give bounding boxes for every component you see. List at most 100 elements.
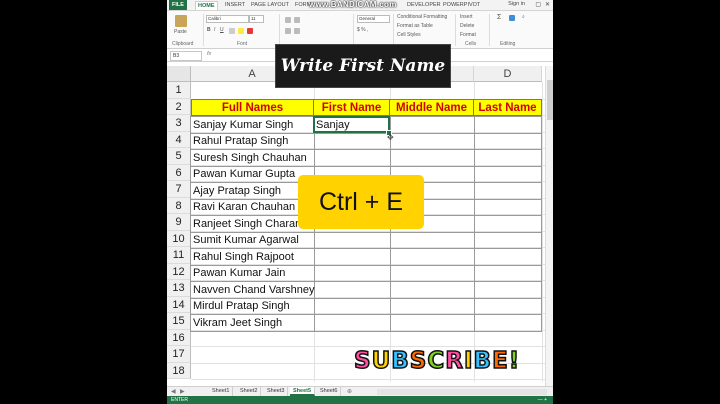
full-name-cell[interactable]: Vikram Jeet Singh: [191, 315, 314, 332]
delete-cells-button[interactable]: Delete: [460, 23, 474, 29]
sign-in-link[interactable]: Sign in: [508, 1, 525, 7]
sheet-tab-6[interactable]: Sheet6: [317, 387, 342, 396]
sheet-next-icon[interactable]: ▶: [180, 388, 185, 395]
format-as-table-button[interactable]: Format as Table: [397, 23, 433, 29]
tab-file[interactable]: FILE: [169, 0, 187, 10]
full-name-cell[interactable]: Suresh Singh Chauhan: [191, 150, 314, 167]
bold-icon[interactable]: B: [207, 27, 211, 33]
full-name-cell[interactable]: Rahul Pratap Singh: [191, 133, 314, 150]
font-name-box[interactable]: Calibri: [206, 15, 249, 23]
row-header-17[interactable]: 17: [167, 346, 191, 363]
recorder-watermark: www.BANDICAM.com: [309, 0, 397, 9]
font-color-icon[interactable]: [247, 28, 253, 34]
sheet-tab-3[interactable]: Sheet3: [264, 387, 289, 396]
tab-insert[interactable]: INSERT: [225, 1, 245, 9]
table-border: [541, 116, 542, 331]
subscribe-letter: U: [371, 347, 392, 375]
row-header-18[interactable]: 18: [167, 362, 191, 379]
sheet-tab-1[interactable]: Sheet1: [209, 387, 234, 396]
row-header-8[interactable]: 8: [167, 197, 191, 214]
gridline: [191, 346, 545, 347]
cell-styles-button[interactable]: Cell Styles: [397, 32, 421, 38]
underline-icon[interactable]: U: [220, 27, 224, 33]
column-header-d[interactable]: D: [474, 66, 542, 82]
header-middle-name[interactable]: Middle Name: [390, 99, 474, 116]
gridline: [542, 82, 543, 382]
row-header-1[interactable]: 1: [167, 82, 191, 99]
format-cells-button[interactable]: Format: [460, 32, 476, 38]
row-header-9[interactable]: 9: [167, 214, 191, 231]
sheet-tab-2[interactable]: Sheet2: [237, 387, 262, 396]
align-center-icon[interactable]: [294, 28, 300, 34]
row-header-15[interactable]: 15: [167, 313, 191, 330]
row-header-11[interactable]: 11: [167, 247, 191, 264]
borders-icon[interactable]: [229, 28, 235, 34]
align-top-icon[interactable]: [285, 17, 291, 23]
select-all-corner[interactable]: [167, 66, 191, 82]
gridline: [191, 379, 545, 380]
full-name-cell[interactable]: Pawan Kumar Jain: [191, 265, 314, 282]
header-full-names[interactable]: Full Names: [191, 99, 314, 116]
full-name-cell[interactable]: Mirdul Pratap Singh: [191, 298, 314, 315]
autosum-icon[interactable]: Σ: [497, 14, 501, 21]
full-name-cell[interactable]: Sanjay Kumar Singh: [191, 117, 314, 134]
restore-icon[interactable]: ▢: [535, 1, 541, 8]
header-first-name[interactable]: First Name: [314, 99, 390, 116]
tab-home[interactable]: HOME: [195, 1, 218, 10]
tab-page-layout[interactable]: PAGE LAYOUT: [251, 1, 289, 9]
close-icon[interactable]: ✕: [545, 1, 550, 8]
fx-icon[interactable]: fx: [207, 51, 211, 57]
row-header-12[interactable]: 12: [167, 263, 191, 280]
paste-icon[interactable]: [175, 15, 187, 27]
currency-icon[interactable]: $ % ,: [357, 27, 368, 33]
align-middle-icon[interactable]: [294, 17, 300, 23]
sheet-prev-icon[interactable]: ◀: [171, 388, 176, 395]
find-select-icon[interactable]: ⌕: [522, 14, 525, 20]
full-name-cell[interactable]: Ravi Karan Chauhan: [191, 199, 314, 216]
row-header-7[interactable]: 7: [167, 181, 191, 198]
row-header-14[interactable]: 14: [167, 296, 191, 313]
full-name-cell[interactable]: Sumit Kumar Agarwal: [191, 232, 314, 249]
name-box[interactable]: B3: [170, 51, 202, 61]
subscribe-letter: !: [508, 347, 521, 375]
header-last-name[interactable]: Last Name: [474, 99, 542, 116]
full-name-cell[interactable]: Navven Chand Varshney: [191, 282, 314, 299]
row-header-13[interactable]: 13: [167, 280, 191, 297]
row-header-6[interactable]: 6: [167, 164, 191, 181]
sheet-tab-5[interactable]: Sheet5: [290, 387, 316, 396]
zoom-level-icon[interactable]: — +: [538, 396, 547, 404]
subscribe-letter: B: [473, 347, 493, 375]
full-name-cell[interactable]: Rahul Singh Rajpoot: [191, 249, 314, 266]
row-header-10[interactable]: 10: [167, 230, 191, 247]
full-name-cell[interactable]: Pawan Kumar Gupta: [191, 166, 314, 183]
font-size-box[interactable]: 11: [249, 15, 264, 23]
vertical-scrollbar[interactable]: [545, 66, 553, 386]
conditional-formatting-button[interactable]: Conditional Formatting: [397, 14, 447, 20]
subscribe-letter: S: [409, 347, 428, 375]
subscribe-letter: I: [463, 347, 474, 375]
sort-filter-icon[interactable]: [509, 15, 515, 21]
subscribe-letter: S: [353, 347, 372, 375]
vertical-scroll-thumb[interactable]: [547, 80, 553, 120]
number-format-box[interactable]: General: [357, 15, 390, 23]
row-header-2[interactable]: 2: [167, 98, 191, 115]
italic-icon[interactable]: I: [214, 27, 215, 33]
fill-color-icon[interactable]: [238, 28, 244, 34]
new-sheet-icon[interactable]: ⊕: [347, 388, 352, 395]
ribbon-divider: [393, 14, 394, 46]
align-left-icon[interactable]: [285, 28, 291, 34]
insert-cells-button[interactable]: Insert: [460, 14, 473, 20]
ribbon-divider: [353, 14, 354, 46]
row-header-3[interactable]: 3: [167, 115, 191, 132]
full-name-cell[interactable]: Ajay Pratap Singh: [191, 183, 314, 200]
row-header-16[interactable]: 16: [167, 329, 191, 346]
tab-powerpivot[interactable]: POWERPIVOT: [443, 1, 480, 9]
horizontal-scrollbar[interactable]: [377, 389, 547, 395]
full-name-cell[interactable]: Ranjeet Singh Charan: [191, 216, 314, 233]
tab-developer[interactable]: DEVELOPER: [407, 1, 441, 9]
table-border: [474, 116, 475, 331]
status-bar: ENTER — +: [167, 396, 553, 404]
ribbon-divider: [455, 14, 456, 46]
row-header-4[interactable]: 4: [167, 131, 191, 148]
row-header-5[interactable]: 5: [167, 148, 191, 165]
